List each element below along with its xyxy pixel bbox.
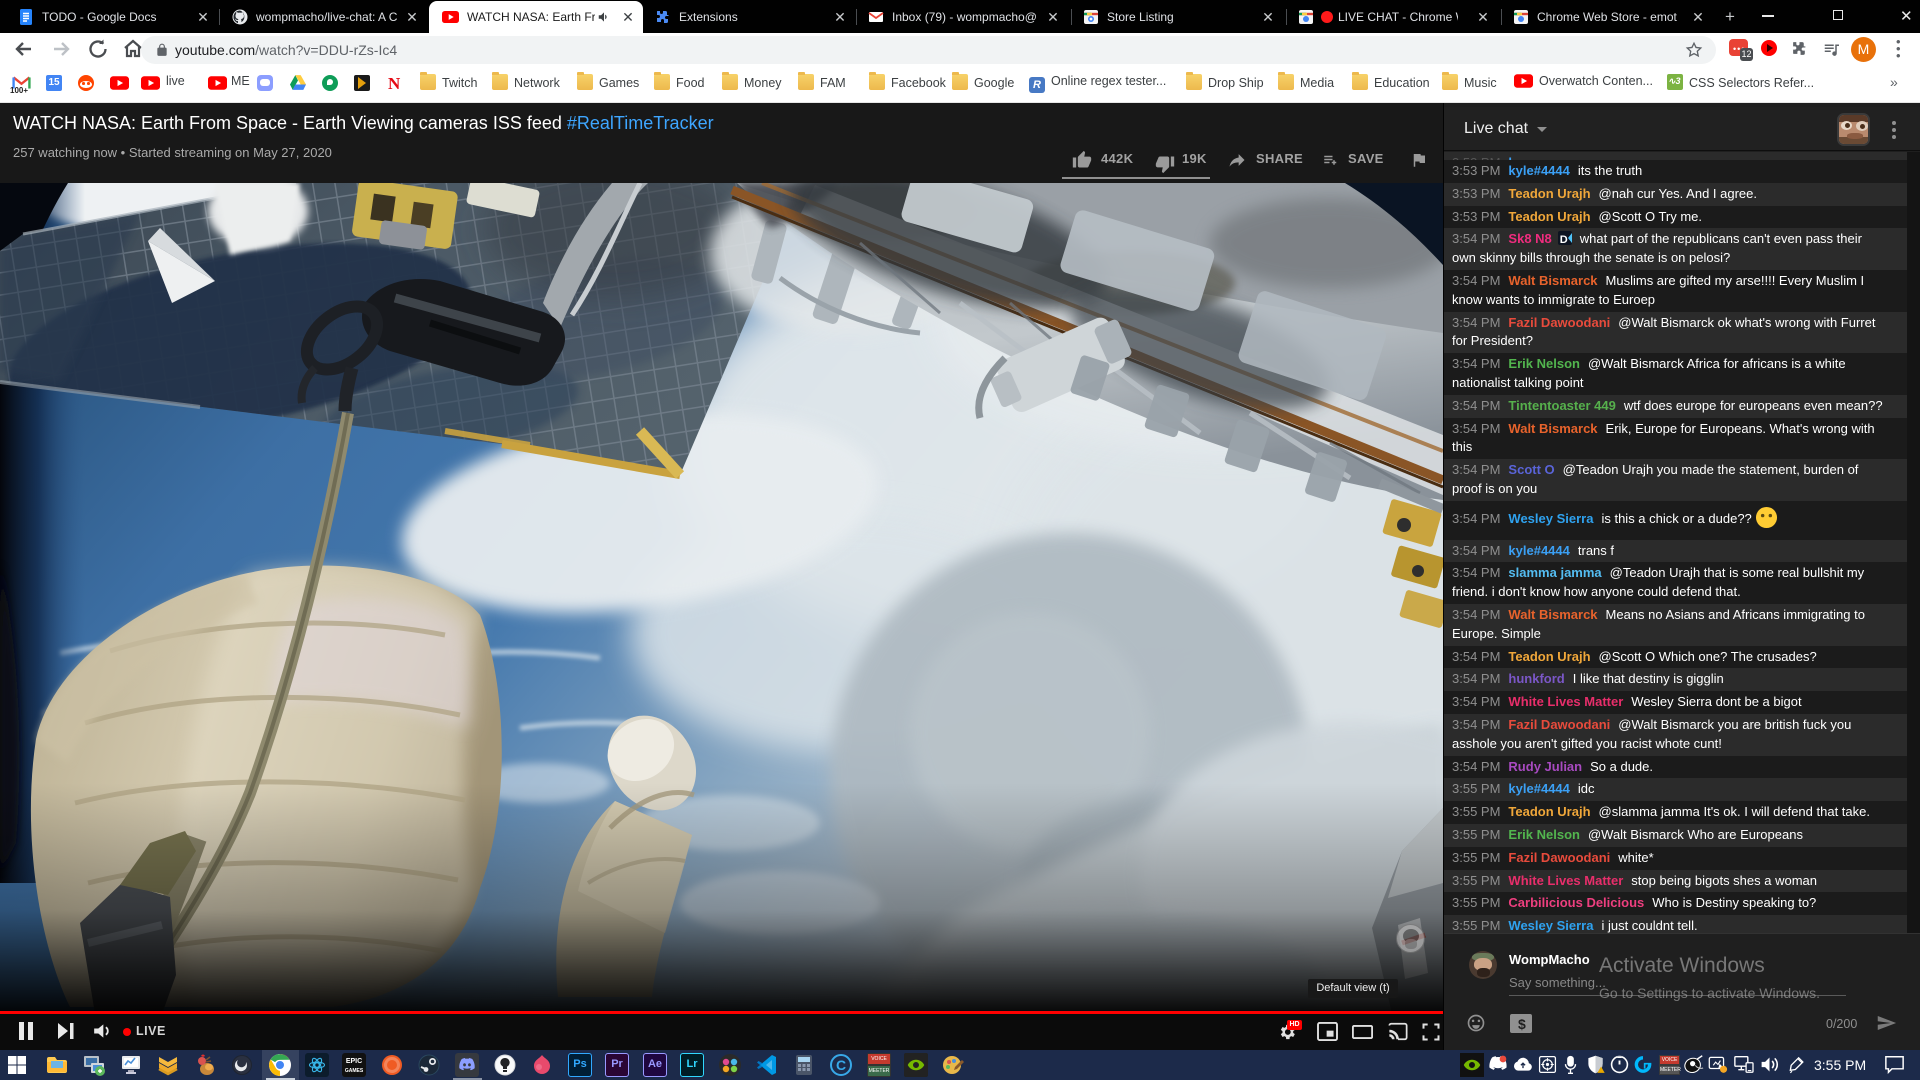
svg-text:C: C	[836, 1057, 846, 1073]
